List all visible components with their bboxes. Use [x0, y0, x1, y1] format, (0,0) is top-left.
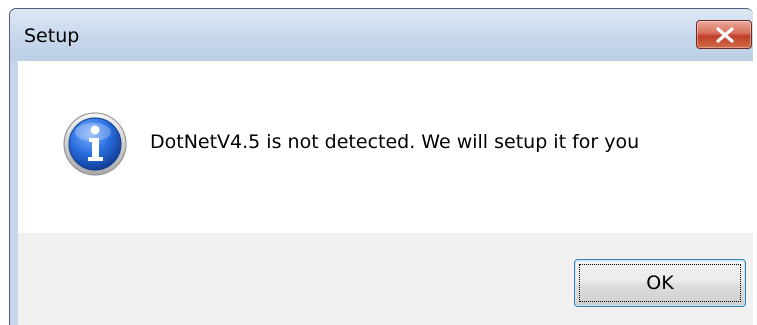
information-icon — [63, 112, 127, 176]
ok-button-label: OK — [646, 272, 674, 294]
dialog-client-area: DotNetV4.5 is not detected. We will setu… — [18, 61, 753, 325]
dialog-message: DotNetV4.5 is not detected. We will setu… — [150, 131, 640, 153]
close-button[interactable] — [696, 20, 752, 49]
title-bar[interactable]: Setup — [10, 9, 753, 61]
setup-dialog-window: Setup DotNetV4.5 is not detected. We wil… — [9, 8, 753, 325]
window-frame-left — [10, 61, 18, 325]
window-title: Setup — [24, 25, 80, 47]
close-icon — [716, 27, 734, 43]
ok-button[interactable]: OK — [574, 259, 746, 307]
message-panel: DotNetV4.5 is not detected. We will setu… — [18, 61, 753, 233]
